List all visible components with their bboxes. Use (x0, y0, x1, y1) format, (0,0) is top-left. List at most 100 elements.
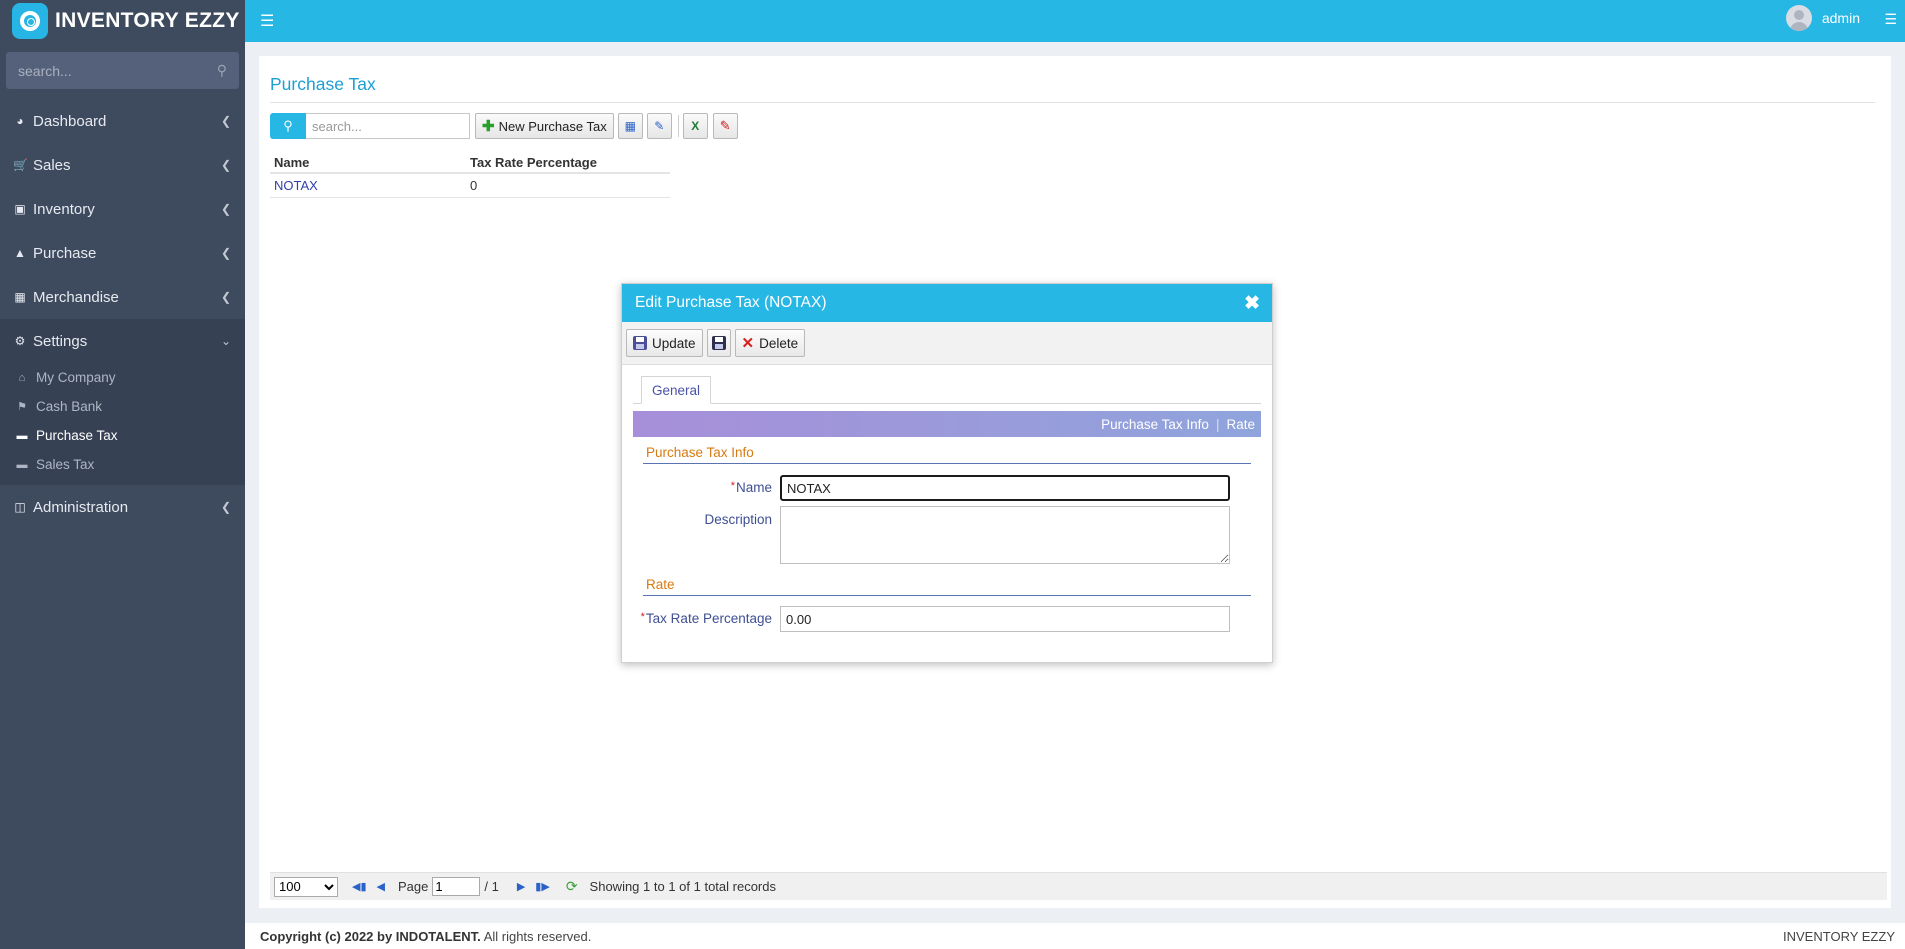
dialog-titlebar[interactable]: Edit Purchase Tax (NOTAX) ✖ (622, 284, 1272, 322)
tab-general[interactable]: General (641, 376, 712, 404)
sidebar-subitem-label: Purchase Tax (36, 428, 118, 443)
save-icon (633, 336, 647, 350)
rate-field-label: *Tax Rate Percentage (622, 606, 780, 626)
title-divider (270, 102, 1875, 103)
grid-search: ⚲ (270, 113, 470, 139)
grid-icon: ▦ (14, 290, 26, 304)
description-field[interactable] (780, 506, 1230, 564)
name-label-text: Name (735, 480, 772, 495)
sidebar-subitem-my-company[interactable]: ⌂ My Company (0, 363, 245, 392)
table-row[interactable]: NOTAX 0 (270, 174, 670, 198)
sidebar-item-label: Dashboard (33, 112, 107, 130)
home-icon: ⌂ (18, 371, 26, 384)
records-summary: Showing 1 to 1 of 1 total records (589, 879, 776, 894)
last-page-icon[interactable]: ▮▶ (535, 880, 550, 893)
sidebar-item-sales[interactable]: 🛒 Sales ❮ (0, 143, 245, 187)
update-button[interactable]: Update (626, 329, 703, 357)
sidebar-item-dashboard[interactable]: ◕ Dashboard ❮ (0, 99, 245, 143)
dialog-title: Edit Purchase Tax (NOTAX) (635, 294, 827, 311)
sliders-icon[interactable]: ☰ (1884, 11, 1897, 28)
sidebar-subitem-label: Cash Bank (36, 399, 103, 414)
page-size-select[interactable]: 100 (274, 876, 338, 897)
sidebar-item-settings[interactable]: ⚙ Settings ⌄ (0, 319, 245, 363)
cart-icon: 🛒 (13, 158, 28, 172)
sidebar-subitem-sales-tax[interactable]: ▬ Sales Tax (0, 450, 245, 479)
tax-rate-percentage-field[interactable] (780, 606, 1230, 632)
prev-page-icon[interactable]: ◀ (377, 880, 385, 893)
description-field-label: Description (704, 512, 772, 527)
sidebar-item-label: Sales (33, 156, 71, 174)
settings-submenu: ⌂ My Company ⚑ Cash Bank ▬ Purchase Tax … (0, 363, 245, 485)
archive-icon: ▣ (14, 202, 26, 216)
sidebar-search-input[interactable] (18, 62, 217, 79)
page-number-input[interactable] (432, 877, 481, 896)
sidebar-item-purchase[interactable]: ▲ Purchase ❮ (0, 231, 245, 275)
plus-icon: ✚ (482, 118, 495, 135)
sidebar-item-merchandise[interactable]: ▦ Merchandise ❮ (0, 275, 245, 319)
hamburger-menu-icon[interactable]: ☰ (260, 11, 274, 31)
chevron-left-icon: ❮ (220, 158, 231, 172)
banner-separator: | (1215, 416, 1220, 432)
page-total: / 1 (484, 879, 499, 894)
update-label: Update (652, 335, 696, 351)
next-page-icon[interactable]: ▶ (517, 880, 525, 893)
export-pdf-button[interactable]: ✎ (712, 113, 738, 139)
section-nav-banner: Purchase Tax Info | Rate (633, 411, 1261, 437)
sidebar-item-administration[interactable]: ◫ Administration ❮ (0, 485, 245, 529)
row-rate: 0 (470, 178, 478, 193)
close-icon[interactable]: ✖ (1244, 292, 1260, 315)
banner-link-rate[interactable]: Rate (1226, 417, 1255, 432)
form-row-description: Description (622, 506, 1272, 564)
sidebar-item-label: Administration (33, 498, 129, 516)
sidebar-subitem-label: Sales Tax (36, 457, 95, 472)
username: admin (1821, 10, 1860, 26)
search-icon[interactable]: ⚲ (217, 62, 227, 79)
first-page-icon[interactable]: ◀▮ (352, 880, 367, 893)
sidebar-subitem-cash-bank[interactable]: ⚑ Cash Bank (0, 392, 245, 421)
chevron-left-icon: ❮ (220, 114, 231, 128)
bank-icon: ⚑ (17, 401, 27, 413)
name-field[interactable] (780, 475, 1230, 501)
sidebar-subitem-purchase-tax[interactable]: ▬ Purchase Tax (0, 421, 245, 450)
column-header-rate[interactable]: Tax Rate Percentage (470, 153, 670, 172)
page-label: Page (397, 879, 429, 894)
column-picker-icon: ▦ (624, 119, 636, 133)
chevron-down-icon: ⌄ (220, 334, 231, 348)
column-header-name[interactable]: Name (270, 153, 470, 172)
refresh-icon[interactable]: ⟳ (566, 878, 578, 895)
brand-logo-icon (12, 3, 48, 39)
required-asterisk: * (640, 611, 645, 623)
grid-search-input[interactable] (306, 113, 470, 139)
edit-columns-button[interactable]: ✎ (646, 113, 672, 139)
save-button[interactable] (706, 329, 731, 357)
avatar (1785, 5, 1812, 31)
banner-link-purchase-tax-info[interactable]: Purchase Tax Info (1101, 417, 1209, 432)
sidebar-item-label: Purchase (33, 244, 97, 262)
sidebar-item-label: Merchandise (33, 288, 119, 306)
sidebar-item-label: Inventory (33, 200, 95, 218)
sidebar-subitem-label: My Company (36, 370, 116, 385)
brand-name: INVENTORY EZZY (55, 9, 240, 32)
search-icon[interactable]: ⚲ (270, 113, 306, 139)
user-menu[interactable]: admin (1785, 5, 1860, 31)
purchase-tax-grid: Name Tax Rate Percentage NOTAX 0 (270, 153, 670, 198)
row-name-link[interactable]: NOTAX (270, 178, 470, 193)
chevron-left-icon: ❮ (220, 500, 231, 514)
delete-label: Delete (759, 335, 799, 351)
required-asterisk: * (730, 480, 735, 492)
edit-purchase-tax-dialog: Edit Purchase Tax (NOTAX) ✖ Update ✕ Del… (621, 283, 1273, 663)
grid-header: Name Tax Rate Percentage (270, 153, 670, 174)
pdf-icon: ✎ (719, 118, 731, 133)
tachometer-icon: ◕ (16, 114, 24, 128)
form-row-name: *Name (622, 475, 1272, 501)
brand[interactable]: INVENTORY EZZY (0, 0, 245, 42)
sidebar-item-inventory[interactable]: ▣ Inventory ❮ (0, 187, 245, 231)
column-picker-button[interactable]: ▦ (617, 113, 643, 139)
sidebar-search: ⚲ (6, 52, 239, 89)
new-purchase-tax-button[interactable]: ✚ New Purchase Tax (475, 113, 614, 139)
delete-button[interactable]: ✕ Delete (734, 329, 806, 357)
export-excel-button[interactable]: X (682, 113, 708, 139)
sidebar-menu: ◕ Dashboard ❮ 🛒 Sales ❮ ▣ Inventory ❮ ▲ … (0, 99, 245, 529)
gear-icon: ⚙ (14, 334, 26, 348)
name-field-label: *Name (622, 475, 780, 495)
